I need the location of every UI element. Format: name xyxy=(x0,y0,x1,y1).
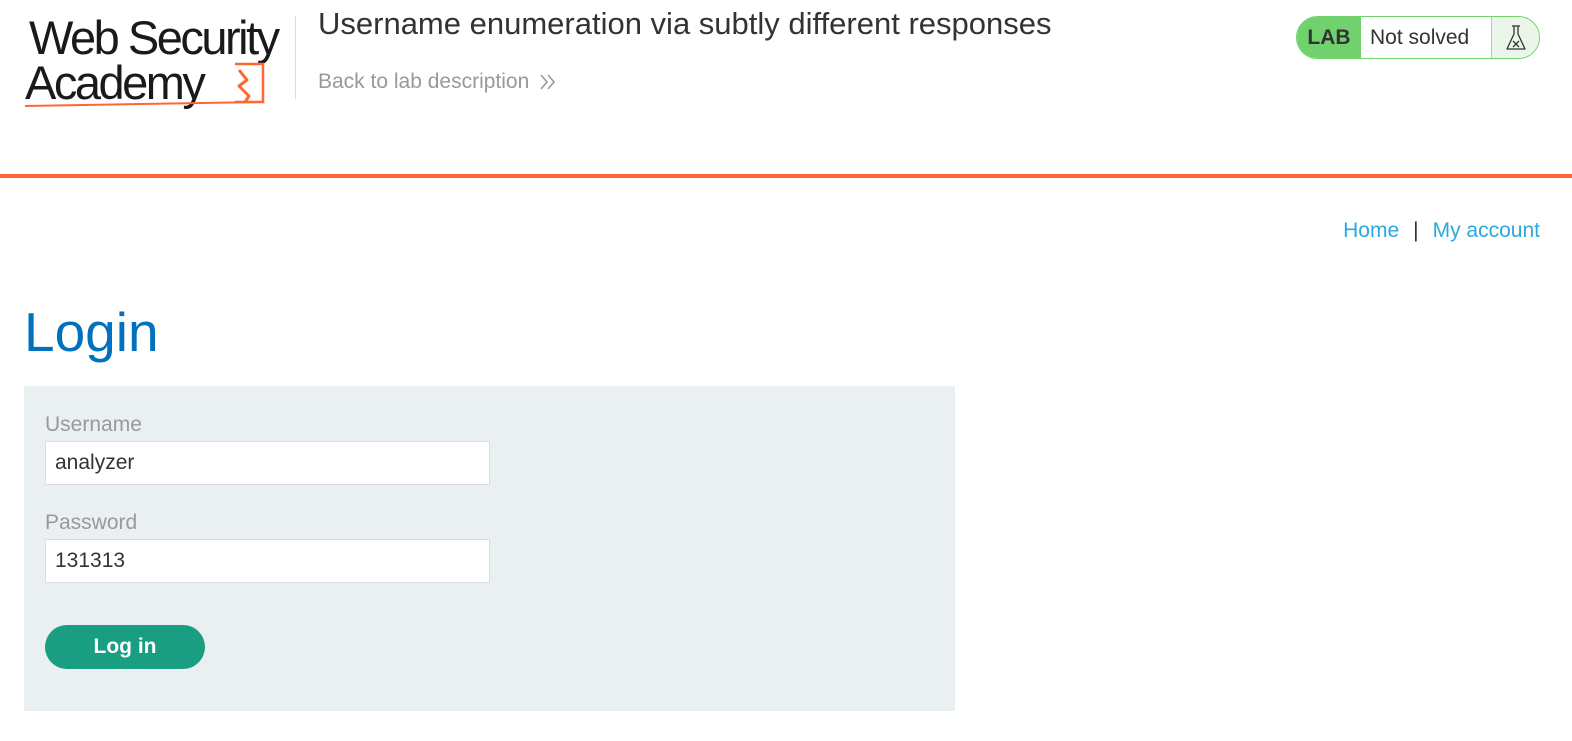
lab-status-text: Not solved xyxy=(1361,17,1492,58)
lab-title: Username enumeration via subtly differen… xyxy=(318,6,1052,41)
logo-divider xyxy=(295,16,296,99)
header-divider-bar xyxy=(0,174,1572,178)
password-input[interactable] xyxy=(45,539,490,583)
logo-lightning-icon xyxy=(25,62,265,107)
nav-my-account-link[interactable]: My account xyxy=(1433,219,1540,243)
top-navigation: Home | My account xyxy=(1343,219,1540,243)
back-to-lab-description-link[interactable]: Back to lab description xyxy=(318,70,557,94)
lab-badge: LAB xyxy=(1297,17,1361,58)
flask-icon xyxy=(1505,24,1526,50)
header: Web Security Academy Username enumeratio… xyxy=(0,0,1572,175)
double-chevron-right-icon xyxy=(540,74,556,90)
password-label: Password xyxy=(45,511,138,534)
username-label: Username xyxy=(45,413,142,436)
username-input[interactable] xyxy=(45,441,490,485)
lab-status-widget: LAB Not solved xyxy=(1296,16,1540,59)
page-title: Login xyxy=(24,301,159,363)
back-link-label: Back to lab description xyxy=(318,70,530,93)
web-security-academy-logo[interactable]: Web Security Academy xyxy=(25,12,293,112)
login-form: Username Password Log in xyxy=(24,386,955,711)
nav-separator: | xyxy=(1413,219,1419,242)
login-button[interactable]: Log in xyxy=(45,625,205,669)
lab-status-icon-container xyxy=(1492,17,1539,58)
logo-line-1: Web Security xyxy=(29,11,280,64)
nav-home-link[interactable]: Home xyxy=(1343,219,1399,243)
